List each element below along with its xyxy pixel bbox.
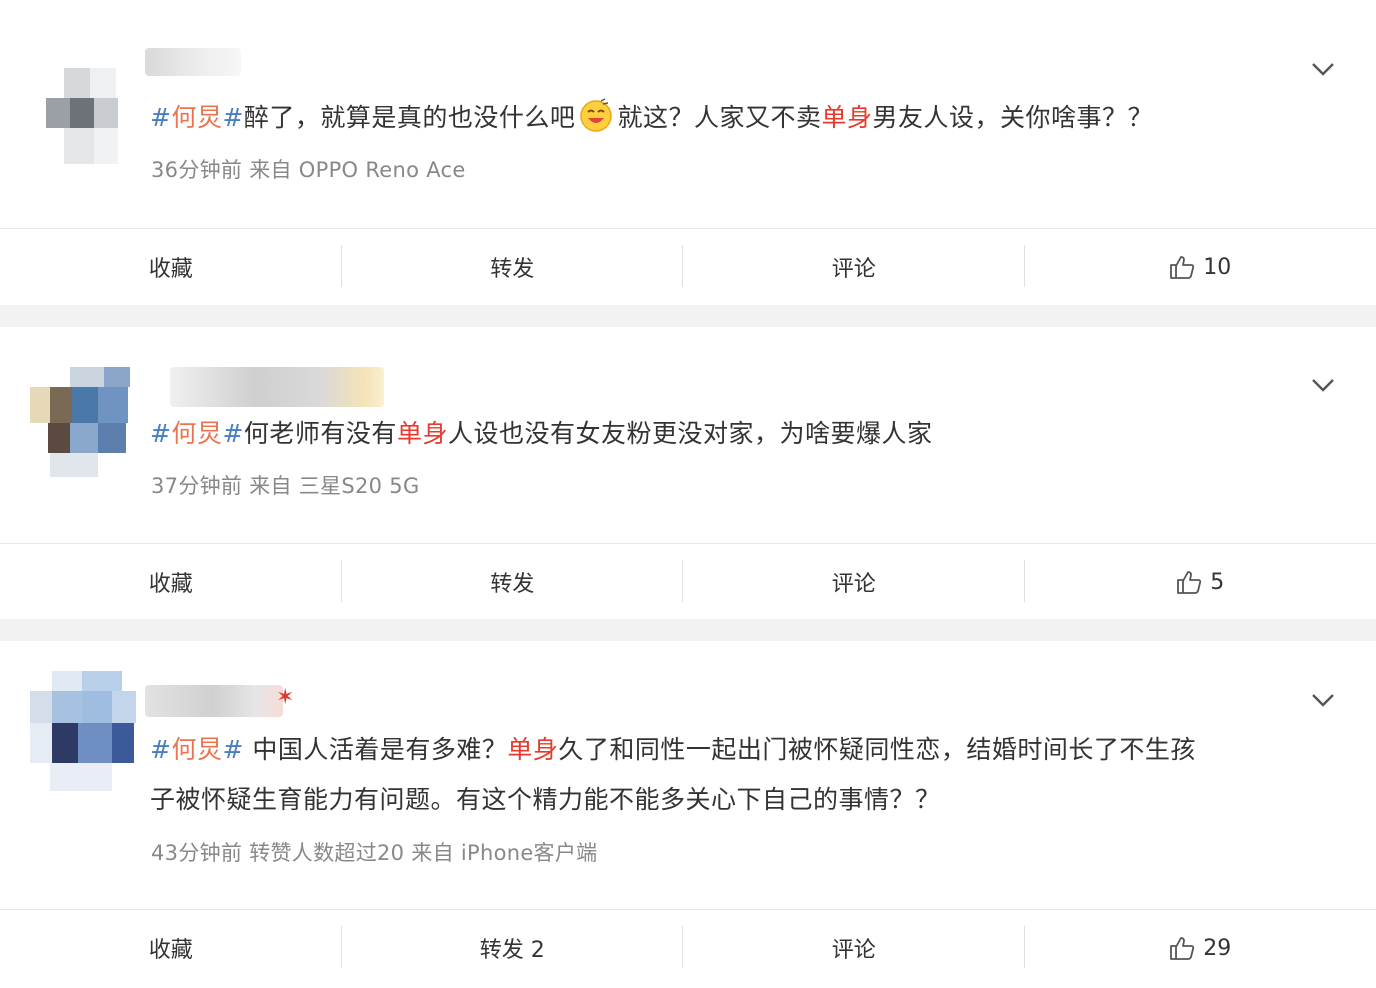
post-meta: 37分钟前 来自 三星S20 5G [151,474,420,498]
keyword-highlight: 单身 [821,103,873,132]
thumb-up-icon [1177,571,1202,594]
chevron-down-icon[interactable] [1310,687,1336,713]
action-bar: 收藏 转发 2 评论 29 [0,909,1376,985]
like-button[interactable]: 10 [1025,229,1376,305]
post-meta: 43分钟前 转赞人数超过20 来自 iPhone客户端 [151,841,598,865]
like-button[interactable]: 29 [1025,910,1376,986]
repost-button[interactable]: 转发 [342,544,683,620]
comment-button[interactable]: 评论 [683,229,1025,305]
hashtag-link[interactable]: #何炅# [150,735,244,764]
post-text: #何炅#醉了，就算是真的也没什么吧 就这？人家又不卖单身男友人设，关你啥事？？ [150,93,1153,143]
post-card: #何炅#何老师有没有单身人设也没有女友粉更没对家，为啥要爆人家 37分钟前 来自… [0,327,1376,619]
username-blurred[interactable] [145,48,241,76]
hashtag-link[interactable]: #何炅# [150,419,244,448]
thumb-up-icon [1170,256,1195,279]
favorite-button[interactable]: 收藏 [0,544,342,620]
avatar[interactable] [46,68,128,168]
thumb-up-icon [1170,937,1195,960]
post-card: #何炅#醉了，就算是真的也没什么吧 就这？人家又不卖单身男友人设，关你啥事？？ 3… [0,0,1376,305]
post-meta: 36分钟前 来自 OPPO Reno Ace [151,158,466,182]
comment-button[interactable]: 评论 [683,544,1025,620]
avatar[interactable] [30,671,138,793]
hashtag-link[interactable]: #何炅# [150,103,244,132]
post-text: #何炅# 中国人活着是有多难？单身久了和同性一起出门被怀疑同性恋，结婚时间长了不… [150,735,1196,764]
chevron-down-icon[interactable] [1310,56,1336,82]
username-blurred[interactable] [170,367,384,407]
action-bar: 收藏 转发 评论 10 [0,228,1376,304]
keyword-highlight: 单身 [396,419,448,448]
post-text: #何炅#何老师有没有单身人设也没有女友粉更没对家，为啥要爆人家 [150,419,933,448]
comment-button[interactable]: 评论 [683,910,1025,986]
keyword-highlight: 单身 [507,735,559,764]
post-text-line-2: 子被怀疑生育能力有问题。有这个精力能不能多关心下自己的事情？？ [150,785,941,814]
chevron-down-icon[interactable] [1310,372,1336,398]
verified-badge-icon: ✶ [276,685,295,710]
favorite-button[interactable]: 收藏 [0,229,342,305]
laughing-emoji-icon [580,98,613,132]
username-blurred[interactable] [145,685,283,717]
post-card: ✶ #何炅# 中国人活着是有多难？单身久了和同性一起出门被怀疑同性恋，结婚时间长… [0,641,1376,988]
action-bar: 收藏 转发 评论 5 [0,543,1376,619]
repost-button[interactable]: 转发 2 [342,910,683,986]
favorite-button[interactable]: 收藏 [0,910,342,986]
repost-button[interactable]: 转发 [342,229,683,305]
like-button[interactable]: 5 [1025,544,1376,620]
avatar[interactable] [30,367,134,479]
